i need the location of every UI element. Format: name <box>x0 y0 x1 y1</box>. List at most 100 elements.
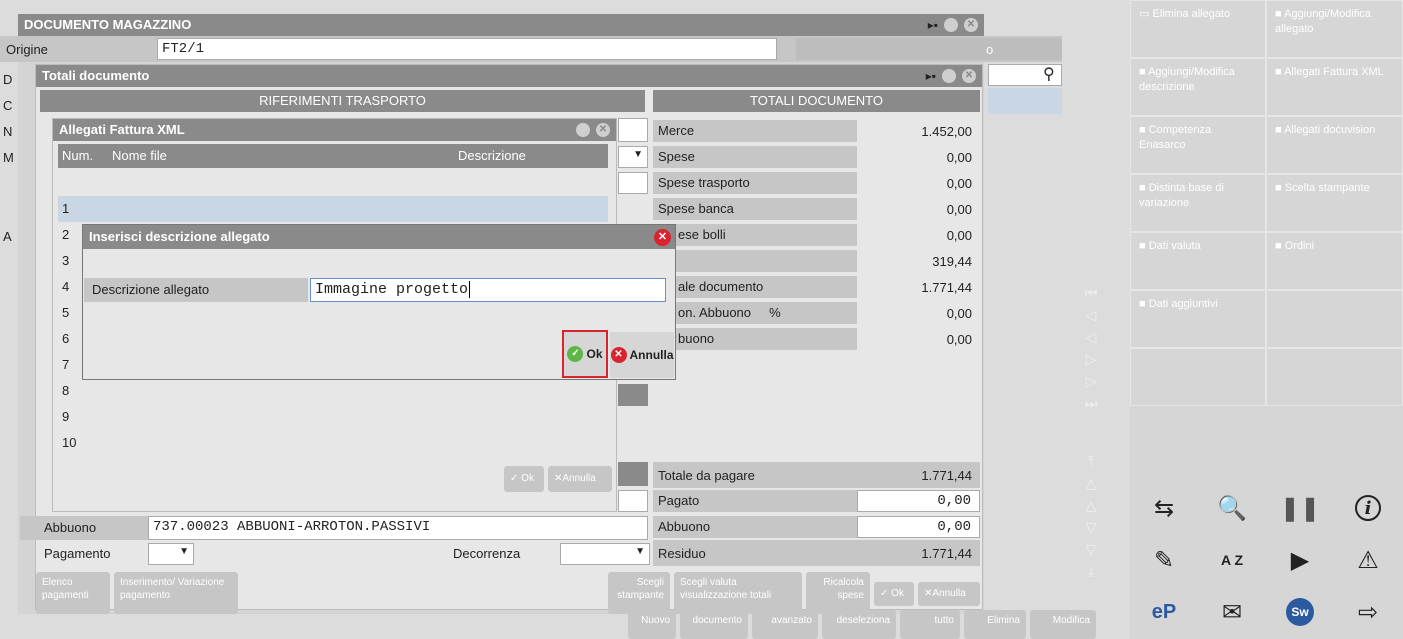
abbuono-field[interactable]: 737.00023 ABBUONI-ARROTON.PASSIVI <box>148 516 648 540</box>
selected-row <box>988 88 1062 114</box>
ordini-button[interactable]: ■ Ordini <box>1266 232 1403 290</box>
decorrenza-label: Decorrenza <box>453 546 521 561</box>
deseleziona-button[interactable]: deseleziona <box>822 610 896 639</box>
check-icon: ✓ <box>567 346 584 362</box>
close-icon[interactable]: ✕ <box>596 123 610 137</box>
descrizione-input[interactable]: Immagine progetto <box>310 278 666 302</box>
annulla-button-totali[interactable]: ✕Annulla <box>918 582 980 606</box>
ricalcola-spese-button[interactable]: Ricalcola spese <box>806 572 870 614</box>
variazione-pagamento-button[interactable]: Inserimento/ Variazione pagamento <box>114 572 238 614</box>
chevron-down-icon: ▼ <box>635 546 645 557</box>
allegati-ok-button[interactable]: ✓ Ok <box>504 466 544 492</box>
bottom-icon[interactable]: ⤓ <box>1080 560 1102 582</box>
ref-field-3[interactable] <box>618 490 648 512</box>
empty-button <box>1266 290 1403 348</box>
page-down-icon[interactable]: ▽ <box>1080 538 1102 560</box>
decorrenza-select[interactable]: ▼ <box>560 543 650 565</box>
top-icon[interactable]: ⤒ <box>1080 450 1102 472</box>
down-icon[interactable]: ▽ <box>1080 516 1102 538</box>
ok-button-totali[interactable]: ✓ Ok <box>874 582 914 606</box>
table-row: Spese 0,00 <box>653 144 980 170</box>
email-icon[interactable]: ✉ <box>1198 586 1266 638</box>
pagato-field[interactable]: 0,00 <box>857 490 980 512</box>
search-icon[interactable]: ⚲ <box>1043 64 1055 84</box>
close-icon[interactable]: ✕ <box>654 229 671 246</box>
elenco-pagamenti-button[interactable]: Elenco pagamenti <box>36 572 110 614</box>
pagamento-select[interactable]: ▼ <box>148 543 194 565</box>
table-row: Spese banca 0,00 <box>653 196 980 222</box>
scegli-stampante-button[interactable]: Scegli stampante <box>608 572 670 614</box>
elimina-button[interactable]: Elimina <box>964 610 1026 639</box>
allegati-docuvision-button[interactable]: ■ Allegati docuvision <box>1266 116 1403 174</box>
tutto-button[interactable]: tutto <box>900 610 960 639</box>
minimize-icon[interactable] <box>942 69 956 83</box>
origine-field[interactable]: FT2/1 <box>157 38 777 60</box>
list-item[interactable]: 1 <box>62 196 102 222</box>
distinta-base-button[interactable]: ■ Distinta base di variazione <box>1130 174 1266 232</box>
last-record-icon[interactable]: ⏭ <box>1080 392 1102 414</box>
info-icon[interactable]: i <box>1334 482 1402 534</box>
video-icon[interactable]: ▶ <box>1266 534 1334 586</box>
list-item[interactable]: 9 <box>62 404 102 430</box>
ref-field[interactable] <box>618 118 648 142</box>
competenza-enasarco-button[interactable]: ■ Competenza Enasarco <box>1130 116 1266 174</box>
elimina-allegato-button[interactable]: ▭ Elimina allegato <box>1130 0 1266 58</box>
dati-aggiuntivi-button[interactable]: ■ Dati aggiuntivi <box>1130 290 1266 348</box>
dialog-ok-button[interactable]: ✓ Ok <box>562 330 608 378</box>
sw-logo-icon[interactable]: Sw <box>1266 586 1334 638</box>
sort-az-icon[interactable]: A Z <box>1198 534 1266 586</box>
cancel-icon: ✕ <box>610 347 627 363</box>
chart-warning-icon[interactable]: ⚠ <box>1334 534 1402 586</box>
allegati-annulla-button[interactable]: ✕Annulla <box>548 466 612 492</box>
next-record-icon[interactable]: ▷ <box>1080 348 1102 370</box>
modifica-button[interactable]: Modifica <box>1030 610 1096 639</box>
table-row: ale documento 1.771,44 <box>653 274 980 300</box>
header-col-box: o <box>796 38 1062 60</box>
allegati-table-header: Num. Nome file Descrizione <box>58 144 608 168</box>
close-icon[interactable]: ✕ <box>962 69 976 83</box>
prev-page-icon[interactable]: ◁ <box>1080 304 1102 326</box>
totali-doc-header: TOTALI DOCUMENTO <box>653 90 980 112</box>
aggiungi-descrizione-button[interactable]: ■ Aggiungi/Modifica descrizione <box>1130 58 1266 116</box>
pin-icon[interactable]: ▸▪ <box>928 18 938 32</box>
up-icon[interactable]: △ <box>1080 494 1102 516</box>
dati-valuta-button[interactable]: ■ Dati valuta <box>1130 232 1266 290</box>
list-item[interactable]: 8 <box>62 378 102 404</box>
document-search-icon[interactable]: 🔍 <box>1198 482 1266 534</box>
scegli-valuta-button[interactable]: Scegli valuta visualizzazione totali <box>674 572 802 614</box>
trash-icon: ▭ <box>1139 8 1153 20</box>
minimize-icon[interactable] <box>576 123 590 137</box>
totali-window-title: Totali documento <box>36 65 982 87</box>
dialog-title: Inserisci descrizione allegato <box>83 225 675 249</box>
avanzato-button[interactable]: avanzato <box>752 610 818 639</box>
dialog-annulla-button[interactable]: ✕ Annulla <box>610 332 674 378</box>
arrow-right-icon[interactable]: ⇨ <box>1334 586 1402 638</box>
epa-lock-icon[interactable]: eP <box>1130 586 1198 638</box>
list-item[interactable]: 10 <box>62 430 102 456</box>
abbuono-total-field[interactable]: 0,00 <box>857 516 980 538</box>
totali-doc-table: Merce 1.452,00 Spese 0,00 Spese trasporto 0… <box>653 118 980 352</box>
prev-record-icon[interactable]: ◁ <box>1080 326 1102 348</box>
ddt-transfer-icon[interactable]: ⇆ <box>1130 482 1198 534</box>
edit-list-icon[interactable]: ✎ <box>1130 534 1198 586</box>
nuovo-button[interactable]: Nuovo <box>628 610 676 639</box>
left-label-a: A <box>3 229 12 244</box>
minimize-icon[interactable] <box>944 18 958 32</box>
page-up-icon[interactable]: △ <box>1080 472 1102 494</box>
scelta-stampante-button[interactable]: ■ Scelta stampante <box>1266 174 1403 232</box>
table-row: 319,44 <box>653 248 980 274</box>
ref-select[interactable]: ▼ <box>618 146 648 168</box>
allegati-fattura-button[interactable]: ■ Allegati Fattura XML <box>1266 58 1403 116</box>
col-num: Num. <box>62 148 94 163</box>
close-icon[interactable]: ✕ <box>964 18 978 32</box>
bottom-bar: Nuovo documento avanzato deseleziona tut… <box>628 610 1104 639</box>
aggiungi-allegato-button[interactable]: ■ Aggiungi/Modifica allegato <box>1266 0 1403 58</box>
pin-icon[interactable]: ▸▪ <box>926 69 936 83</box>
next-page-icon[interactable]: ▷ <box>1080 370 1102 392</box>
right-panel-buttons: ▭ Elimina allegato ■ Aggiungi/Modifica a… <box>1130 0 1403 406</box>
documento-button[interactable]: documento <box>680 610 748 639</box>
allegati-window-title: Allegati Fattura XML <box>53 119 616 141</box>
first-record-icon[interactable]: ⏮ <box>1080 282 1102 304</box>
ref-field-2[interactable] <box>618 172 648 194</box>
pause-icon[interactable]: ❚❚ <box>1266 482 1334 534</box>
